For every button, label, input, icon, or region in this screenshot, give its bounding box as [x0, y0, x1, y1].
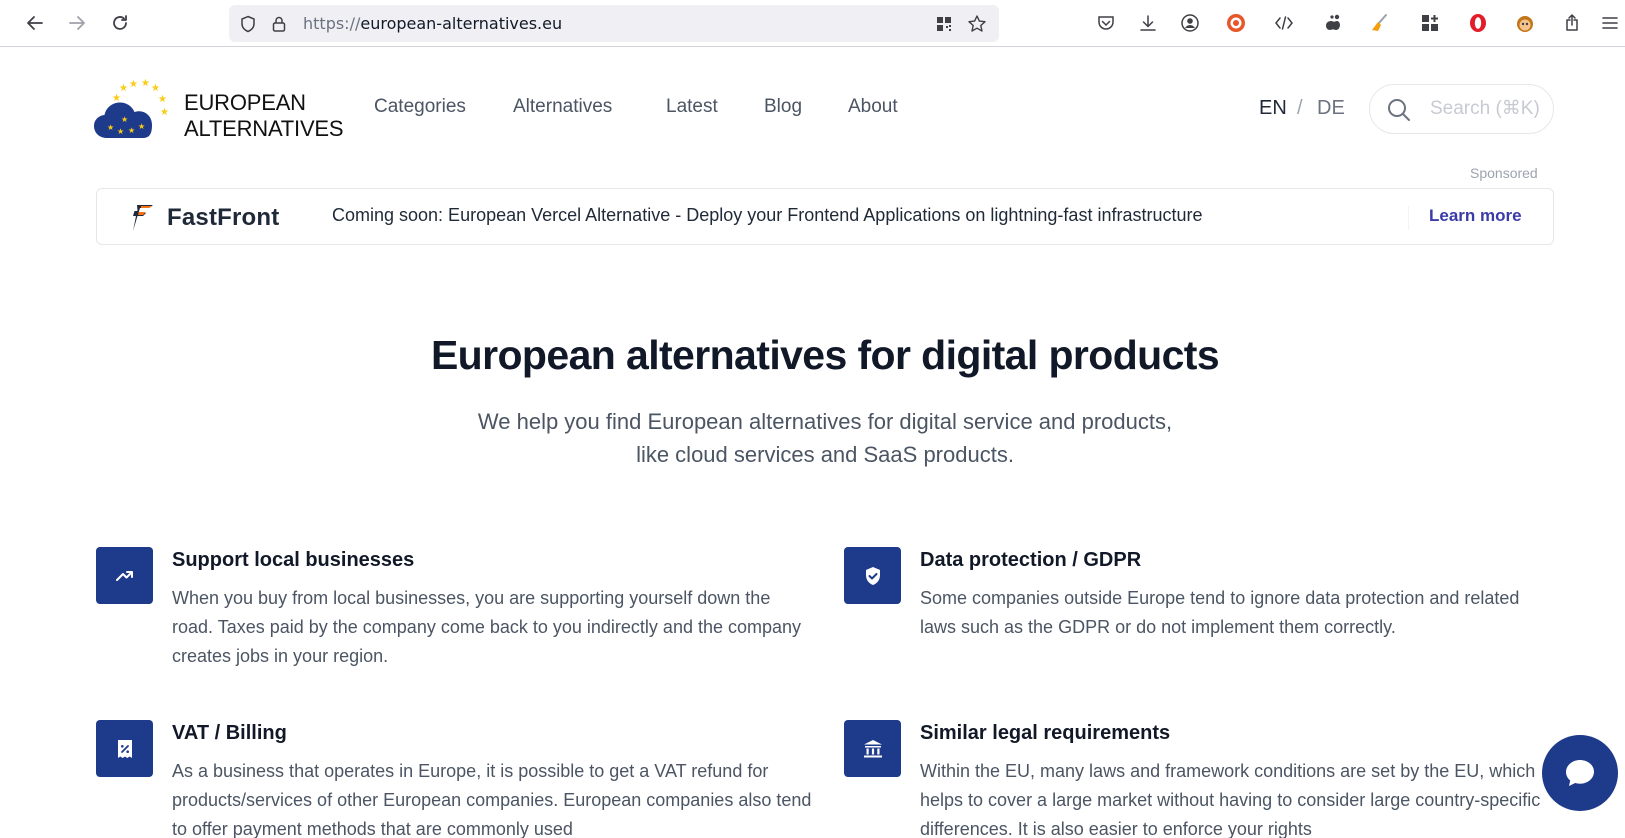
lightning-bolt-icon	[133, 205, 153, 231]
nav-latest[interactable]: Latest	[666, 96, 718, 118]
sponsor-banner[interactable]: FastFront Coming soon: European Vercel A…	[96, 188, 1554, 245]
site-logo[interactable]: ★ ★ ★ ★ ★ ★ ★ ★ ★ ★ ★ ★ EUROPEAN ALTERNA…	[93, 76, 344, 146]
tracking-shield-icon[interactable]	[238, 14, 258, 34]
nav-alternatives[interactable]: Alternatives	[513, 96, 612, 118]
sponsored-label: Sponsored	[1470, 165, 1538, 181]
cloud-stars-icon: ★ ★ ★ ★ ★ ★ ★ ★ ★ ★ ★ ★	[94, 78, 169, 138]
building-library-icon	[844, 720, 901, 777]
svg-text:★: ★	[129, 79, 138, 90]
search-box[interactable]	[1369, 84, 1554, 134]
shield-check-icon	[844, 547, 901, 604]
url-scheme: https://	[303, 14, 361, 33]
learn-more-link[interactable]: Learn more	[1408, 206, 1522, 230]
hero-subtitle-line-1: We help you find European alternatives f…	[477, 409, 1173, 434]
lang-separator: /	[1297, 97, 1303, 119]
lang-de[interactable]: DE	[1317, 97, 1345, 120]
lang-en[interactable]: EN	[1259, 97, 1287, 120]
svg-text:★: ★	[107, 123, 114, 132]
nav-about[interactable]: About	[848, 96, 898, 118]
gnome-extension-icon[interactable]	[1321, 11, 1345, 35]
feature-title: Data protection / GDPR	[920, 549, 1142, 571]
svg-text:★: ★	[151, 83, 160, 94]
logo-line-1: EUROPEAN	[184, 90, 306, 115]
logo-line-2: ALTERNATIVES	[184, 116, 344, 141]
sponsor-brand: FastFront	[167, 204, 280, 231]
search-input[interactable]	[1430, 97, 1548, 121]
feature-title: VAT / Billing	[172, 722, 287, 744]
extension-grid-icon[interactable]	[1418, 11, 1442, 35]
duckduckgo-extension-icon[interactable]	[1224, 11, 1248, 35]
account-icon[interactable]	[1178, 11, 1202, 35]
svg-text:★: ★	[117, 127, 124, 136]
browser-toolbar: https://european-alternatives.eu	[0, 0, 1625, 47]
svg-text:★: ★	[141, 78, 150, 89]
share-icon[interactable]	[1560, 11, 1584, 35]
svg-text:★: ★	[112, 93, 121, 104]
feature-body: Some companies outside Europe tend to ig…	[920, 588, 1520, 637]
hero-subtitle-line-2: like cloud services and SaaS products.	[636, 442, 1014, 467]
qr-code-icon[interactable]	[934, 14, 954, 34]
opera-extension-icon[interactable]	[1466, 11, 1490, 35]
url-text[interactable]: https://european-alternatives.eu	[303, 14, 562, 33]
tampermonkey-extension-icon[interactable]	[1513, 11, 1537, 35]
feature-title: Similar legal requirements	[920, 722, 1171, 744]
reload-icon[interactable]	[106, 9, 134, 37]
feature-title: Support local businesses	[172, 549, 415, 571]
chat-widget-button[interactable]	[1542, 735, 1618, 811]
forward-icon[interactable]	[63, 9, 91, 37]
menu-icon[interactable]	[1598, 11, 1622, 35]
nav-categories[interactable]: Categories	[374, 96, 466, 118]
download-icon[interactable]	[1136, 11, 1160, 35]
sponsor-text: Coming soon: European Vercel Alternative…	[332, 205, 1203, 225]
svg-text:★: ★	[128, 126, 135, 135]
nav-blog[interactable]: Blog	[764, 96, 802, 118]
feature-body: When you buy from local businesses, you …	[172, 588, 802, 666]
feature-body: As a business that operates in Europe, i…	[172, 761, 812, 838]
search-icon	[1388, 99, 1410, 121]
svg-text:★: ★	[138, 122, 145, 131]
fastfront-logo: FastFront	[127, 202, 279, 234]
chat-bubble-icon	[1566, 760, 1594, 786]
feature-body: Within the EU, many laws and framework c…	[920, 761, 1541, 838]
url-host: european-alternatives.eu	[360, 14, 563, 33]
back-icon[interactable]	[21, 9, 49, 37]
lock-icon[interactable]	[269, 14, 289, 34]
receipt-percent-icon	[96, 720, 153, 777]
broom-extension-icon[interactable]	[1368, 11, 1392, 35]
logo-wordmark: EUROPEAN ALTERNATIVES	[184, 90, 344, 142]
code-icon[interactable]	[1272, 11, 1296, 35]
trending-up-icon	[96, 547, 153, 604]
svg-text:★: ★	[160, 107, 169, 118]
svg-text:★: ★	[158, 94, 167, 105]
hero-subtitle: We help you find European alternatives f…	[0, 405, 1625, 471]
address-bar[interactable]: https://european-alternatives.eu	[229, 5, 999, 42]
svg-text:★: ★	[121, 115, 128, 124]
page-title: European alternatives for digital produc…	[430, 332, 1220, 378]
pocket-icon[interactable]	[1094, 11, 1118, 35]
bookmark-star-icon[interactable]	[967, 14, 987, 34]
